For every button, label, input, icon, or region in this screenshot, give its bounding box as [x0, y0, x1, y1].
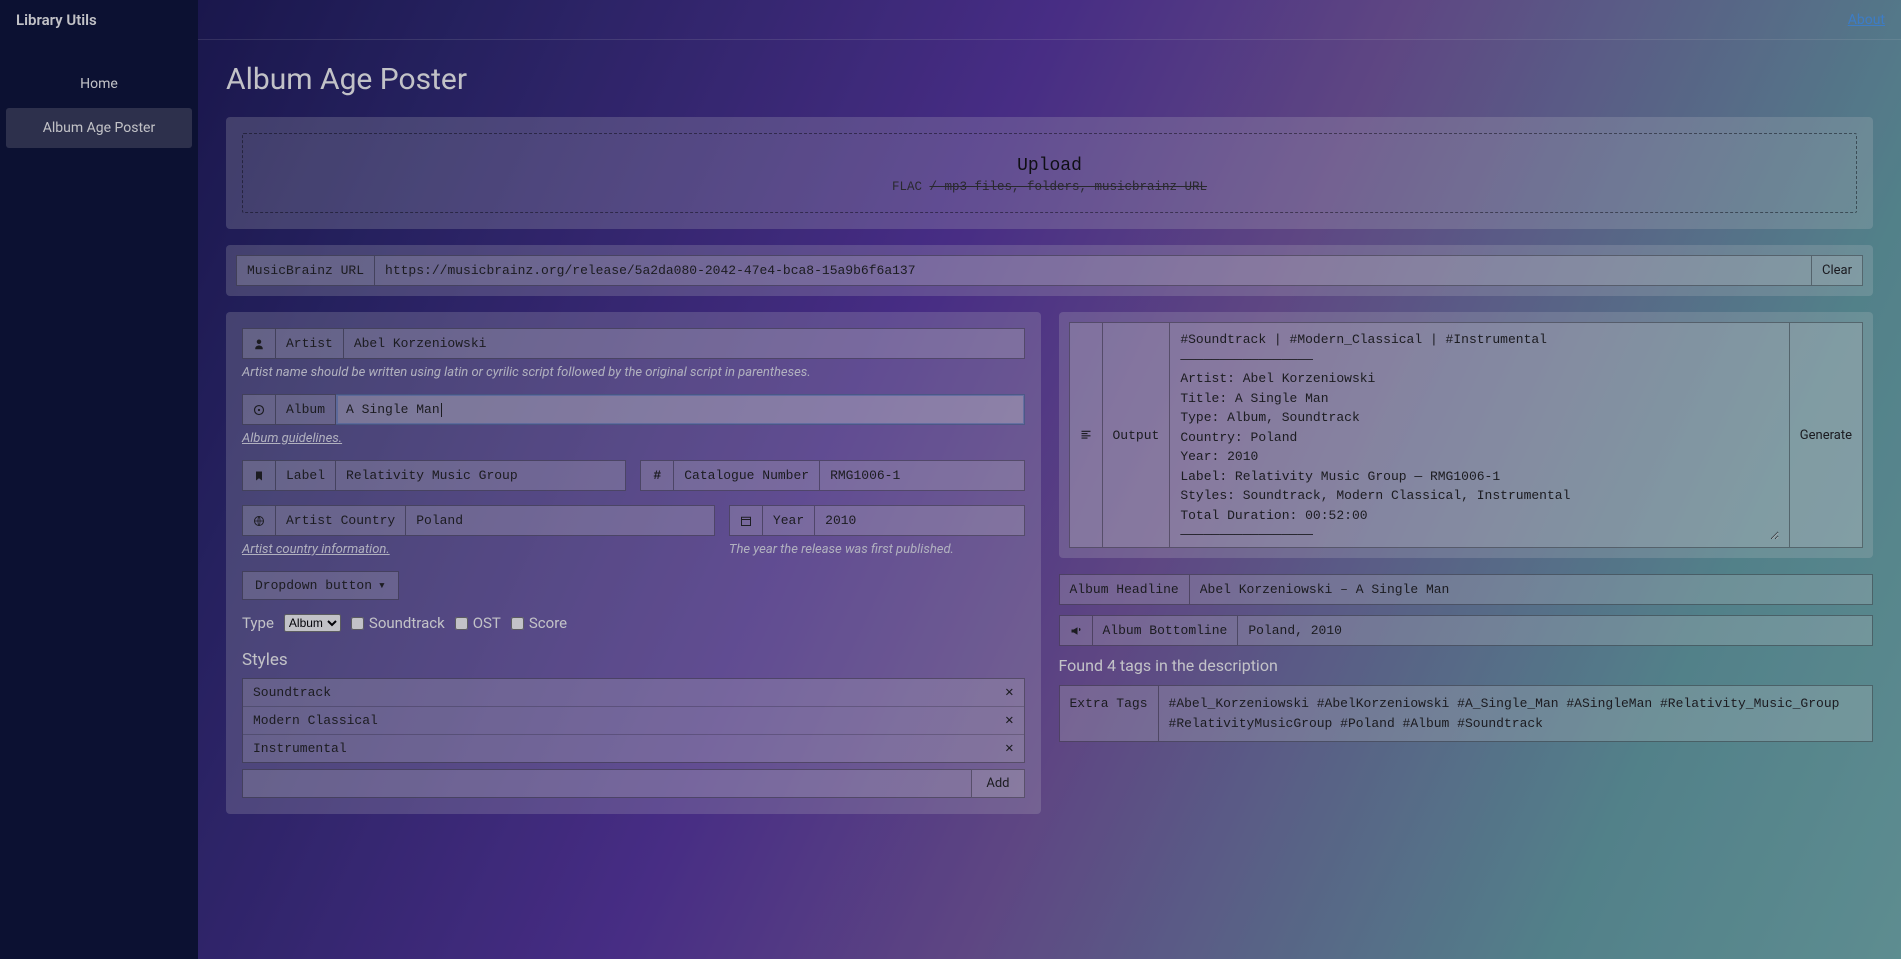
country-label: Artist Country: [276, 505, 406, 536]
style-label: Instrumental: [253, 741, 347, 756]
cat-label: Catalogue Number: [674, 460, 820, 491]
dropdown-button-label: Dropdown button: [255, 578, 372, 593]
person-icon: [242, 328, 276, 359]
hash-icon: #: [640, 460, 674, 491]
cat-input[interactable]: [830, 468, 1013, 483]
output-label: Output: [1103, 322, 1171, 548]
score-checkbox[interactable]: [511, 617, 524, 630]
artist-helper: Artist name should be written using lati…: [242, 365, 1025, 380]
clear-button[interactable]: Clear: [1812, 255, 1863, 286]
upload-strike: / mp3 files, folders, musicbrainz URL: [929, 180, 1207, 194]
headline-label: Album Headline: [1059, 574, 1190, 605]
topbar: Library Utils About: [0, 0, 1901, 40]
sidebar-item-album-age-poster[interactable]: Album Age Poster: [6, 108, 192, 148]
style-row: Modern Classical ✕: [243, 707, 1024, 735]
label-input[interactable]: [346, 468, 615, 483]
page-title: Album Age Poster: [226, 62, 1873, 97]
generate-button[interactable]: Generate: [1790, 322, 1863, 548]
remove-style-icon[interactable]: ✕: [1005, 712, 1013, 729]
chevron-down-icon: ▾: [378, 578, 386, 593]
upload-card: Upload FLAC / mp3 files, folders, musicb…: [226, 117, 1873, 229]
remove-style-icon[interactable]: ✕: [1005, 740, 1013, 757]
year-input[interactable]: [825, 513, 1013, 528]
year-label: Year: [763, 505, 815, 536]
score-checkbox-wrap[interactable]: Score: [511, 614, 567, 632]
output-textarea[interactable]: [1180, 330, 1778, 540]
country-input[interactable]: [416, 513, 704, 528]
bullhorn-icon: [1059, 615, 1093, 646]
soundtrack-checkbox[interactable]: [351, 617, 364, 630]
about-link[interactable]: About: [1848, 12, 1885, 28]
bookmark-icon: [242, 460, 276, 491]
upload-dropzone[interactable]: Upload FLAC / mp3 files, folders, musicb…: [242, 133, 1857, 213]
calendar-icon: [729, 505, 763, 536]
artist-label: Artist: [276, 328, 344, 359]
remove-style-icon[interactable]: ✕: [1005, 684, 1013, 701]
mb-url-label: MusicBrainz URL: [236, 255, 375, 286]
mb-url-input-wrap: [375, 255, 1812, 286]
album-label: Album: [276, 394, 336, 425]
sidebar-item-home[interactable]: Home: [6, 64, 192, 104]
output-card: Output Generate: [1059, 312, 1874, 558]
mb-url-card: MusicBrainz URL Clear: [226, 245, 1873, 296]
tags-found-text: Found 4 tags in the description: [1059, 656, 1874, 675]
bottomline-input[interactable]: [1248, 623, 1862, 638]
country-helper-link[interactable]: Artist country information.: [242, 542, 390, 557]
metadata-card: Artist Artist name should be written usi…: [226, 312, 1041, 814]
extra-tags-label: Extra Tags: [1059, 685, 1159, 742]
upload-subtitle: FLAC / mp3 files, folders, musicbrainz U…: [253, 180, 1846, 194]
styles-list: Soundtrack ✕ Modern Classical ✕ Instrument…: [242, 678, 1025, 763]
align-left-icon: [1069, 322, 1103, 548]
disc-icon: [242, 394, 276, 425]
extra-tags-value[interactable]: #Abel_Korzeniowski #AbelKorzeniowski #A_…: [1159, 685, 1873, 742]
brand: Library Utils: [0, 0, 198, 40]
year-helper: The year the release was first published…: [729, 542, 1025, 557]
headline-input[interactable]: [1200, 582, 1862, 597]
artist-input[interactable]: [354, 336, 1014, 351]
globe-icon: [242, 505, 276, 536]
mb-url-input[interactable]: [385, 263, 1801, 278]
style-label: Soundtrack: [253, 685, 331, 700]
add-style-input[interactable]: [242, 769, 971, 798]
upload-prefix: FLAC: [892, 180, 930, 194]
sidebar: Home Album Age Poster: [0, 40, 198, 959]
style-row: Instrumental ✕: [243, 735, 1024, 762]
upload-title: Upload: [253, 156, 1846, 176]
soundtrack-checkbox-wrap[interactable]: Soundtrack: [351, 614, 445, 632]
label-label: Label: [276, 460, 336, 491]
type-select[interactable]: Album: [284, 614, 341, 632]
styles-heading: Styles: [242, 650, 1025, 670]
album-helper-link[interactable]: Album guidelines.: [242, 431, 342, 446]
style-row: Soundtrack ✕: [243, 679, 1024, 707]
main-content: Album Age Poster Upload FLAC / mp3 files…: [198, 40, 1901, 959]
ost-checkbox-wrap[interactable]: OST: [455, 614, 501, 632]
type-label: Type: [242, 614, 274, 632]
ost-checkbox[interactable]: [455, 617, 468, 630]
add-style-button[interactable]: Add: [971, 769, 1024, 798]
style-label: Modern Classical: [253, 713, 378, 728]
bottomline-label: Album Bottomline: [1093, 615, 1239, 646]
album-input[interactable]: A Single Man: [346, 402, 442, 417]
dropdown-button[interactable]: Dropdown button ▾: [242, 571, 399, 600]
